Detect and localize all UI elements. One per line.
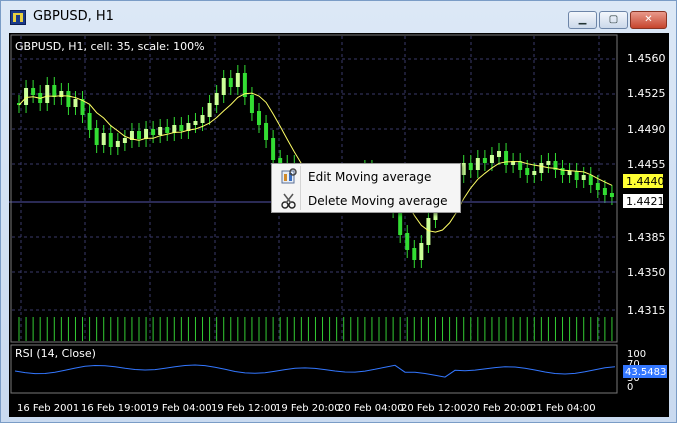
menu-item-label: Edit Moving average — [308, 170, 432, 184]
chart-info-label: GBPUSD, H1, cell: 35, scale: 100% — [15, 40, 205, 53]
candle-body — [214, 93, 219, 105]
candle-body — [567, 171, 572, 175]
candle-body — [574, 171, 579, 180]
candle-body — [193, 121, 198, 125]
rsi-line[interactable] — [14, 364, 616, 378]
time-tick: 21 Feb 04:00 — [530, 403, 596, 414]
candle-body — [221, 78, 226, 95]
candle-body — [158, 127, 163, 135]
price-tick: 1.4560 — [627, 52, 666, 65]
candle-body — [475, 158, 480, 170]
candle-body — [31, 88, 36, 95]
time-tick: 19 Feb 20:00 — [275, 403, 341, 414]
candle-body — [165, 127, 170, 133]
candle-body — [546, 161, 551, 165]
candle-body — [235, 73, 240, 87]
time-tick: 19 Feb 12:00 — [211, 403, 277, 414]
close-icon: ✕ — [644, 14, 653, 25]
minimize-button[interactable]: ▁ — [568, 11, 597, 29]
candle-body — [115, 141, 120, 147]
time-tick: 20 Feb 04:00 — [338, 403, 404, 414]
last-price-label: 1.4421 — [626, 195, 665, 208]
candle-body — [228, 78, 233, 87]
window-title: GBPUSD, H1 — [33, 9, 114, 24]
menu-item-label: Delete Moving average — [308, 194, 448, 208]
candle-body — [257, 111, 261, 125]
menu-item-delete-moving-average[interactable]: Delete Moving average — [274, 190, 458, 212]
candle-body — [461, 163, 466, 175]
candle-body — [172, 125, 177, 133]
candle-body — [426, 218, 431, 245]
candle-body — [405, 233, 410, 250]
candle-body — [24, 88, 29, 105]
price-tick: 1.4490 — [627, 123, 666, 136]
candle-body — [87, 113, 92, 130]
edit-properties-icon — [281, 168, 297, 184]
candle-body — [179, 125, 184, 131]
candle-body — [412, 248, 417, 260]
candle-body — [45, 85, 50, 103]
candle-body — [588, 175, 593, 185]
price-tick: 1.4385 — [627, 231, 666, 244]
candle-body — [66, 91, 71, 107]
candle-body — [271, 138, 276, 160]
chart-area[interactable]: GBPUSD, H1, cell: 35, scale: 100% 1.4560… — [9, 33, 669, 417]
candle-body — [122, 138, 127, 143]
candle-body — [560, 168, 565, 175]
candle-body — [144, 129, 149, 139]
candle-body — [52, 85, 57, 97]
maximize-icon: ▢ — [608, 14, 619, 25]
minimize-icon: ▁ — [578, 14, 587, 25]
candle-body — [108, 133, 113, 147]
ma-price-label: 1.4440 — [626, 175, 665, 188]
candle-body — [94, 128, 99, 145]
time-tick: 16 Feb 2001 — [17, 403, 79, 414]
volume-bars — [18, 317, 613, 341]
candle-body — [101, 133, 106, 145]
candle-body — [525, 168, 530, 175]
candle-body — [595, 183, 600, 190]
candle-body — [468, 163, 473, 170]
candle-body — [602, 188, 607, 195]
time-tick: 19 Feb 04:00 — [146, 403, 212, 414]
candle-body — [489, 155, 494, 163]
candle-body — [497, 151, 501, 157]
maximize-button[interactable]: ▢ — [599, 11, 628, 29]
candle-body — [419, 243, 424, 260]
rsi-tick: 0 — [627, 382, 633, 393]
rsi-panel-frame — [10, 344, 618, 394]
candle-body — [207, 103, 212, 117]
candle-body — [73, 99, 78, 107]
rsi-title: RSI (14, Close) — [15, 347, 96, 360]
chart-window: GBPUSD, H1 ▁ ▢ ✕ GBPUSD, H1, cell: 35, s… — [0, 0, 677, 423]
candle-body — [482, 158, 487, 163]
price-tick: 1.4525 — [627, 87, 666, 100]
candle-body — [609, 193, 614, 197]
time-axis[interactable]: 16 Feb 2001 16 Feb 19:00 19 Feb 04:00 19… — [17, 403, 596, 414]
title-bar[interactable]: GBPUSD, H1 ▁ ▢ ✕ — [1, 1, 676, 31]
time-tick: 20 Feb 12:00 — [401, 403, 467, 414]
time-tick: 16 Feb 19:00 — [81, 403, 147, 414]
time-tick: 20 Feb 20:00 — [467, 403, 533, 414]
price-tick: 1.4315 — [627, 304, 666, 317]
candle-body — [539, 163, 544, 173]
scissors-icon — [281, 193, 296, 209]
price-tick: 1.4350 — [627, 266, 666, 279]
candle-body — [151, 129, 156, 135]
candle-body — [137, 131, 141, 139]
price-tick: 1.4455 — [627, 158, 666, 171]
context-menu: Edit Moving average Delete Moving averag… — [271, 163, 461, 213]
candle-body — [249, 95, 254, 113]
candle-body — [532, 171, 537, 175]
menu-item-edit-moving-average[interactable]: Edit Moving average — [274, 166, 458, 188]
candle-body — [200, 115, 205, 123]
rsi-value-label: 43.5483 — [625, 367, 666, 378]
candle-body — [581, 175, 586, 180]
candle-body — [504, 151, 509, 165]
close-button[interactable]: ✕ — [630, 11, 667, 29]
app-icon — [10, 10, 26, 25]
candle-body — [264, 123, 269, 140]
